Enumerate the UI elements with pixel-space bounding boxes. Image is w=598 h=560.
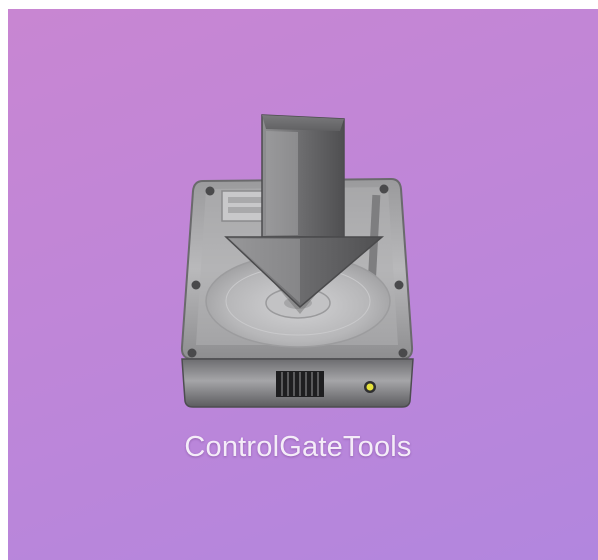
desktop-icon-controlgatetools[interactable]: ControlGateTools <box>148 109 448 489</box>
disk-image-download-icon <box>180 114 414 408</box>
icon-label: ControlGateTools <box>184 431 412 463</box>
desktop-background: ControlGateTools <box>8 9 598 560</box>
